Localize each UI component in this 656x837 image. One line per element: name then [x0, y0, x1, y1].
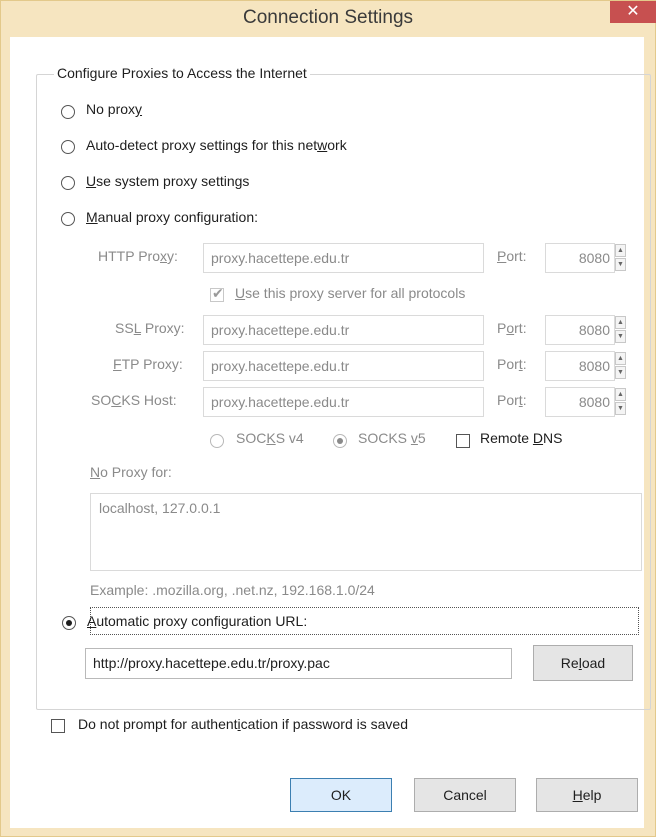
dialog-body: Configure Proxies to Access the Internet…	[10, 37, 651, 828]
spin-down-icon[interactable]: ▼	[615, 258, 626, 271]
manual-proxy-label[interactable]: Manual proxy configuration:	[86, 209, 258, 225]
ssl-proxy-field[interactable]: proxy.hacettepe.edu.tr	[203, 315, 484, 345]
spin-down-icon[interactable]: ▼	[615, 366, 626, 379]
no-prompt-checkbox[interactable]	[51, 719, 65, 733]
remote-dns-label[interactable]: Remote DNS	[480, 430, 563, 446]
help-button[interactable]: Help	[536, 778, 638, 812]
system-proxy-label[interactable]: Use system proxy settings	[86, 173, 249, 189]
remote-dns-checkbox[interactable]	[456, 434, 470, 448]
no-prompt-label[interactable]: Do not prompt for authentication if pass…	[78, 716, 408, 732]
socks-v4-label[interactable]: SOCKS v4	[236, 430, 304, 446]
no-proxy-for-textarea[interactable]: localhost, 127.0.0.1	[90, 493, 642, 571]
cancel-button[interactable]: Cancel	[414, 778, 516, 812]
close-button[interactable]: ✕	[610, 1, 656, 23]
no-proxy-example: Example: .mozilla.org, .net.nz, 192.168.…	[90, 582, 375, 598]
no-proxy-label[interactable]: No proxy	[86, 101, 142, 117]
no-proxy-radio[interactable]	[61, 105, 75, 119]
spin-up-icon[interactable]: ▲	[615, 244, 626, 257]
socks-v4-radio[interactable]	[210, 434, 224, 448]
connection-settings-dialog: Connection Settings ✕ Configure Proxies …	[0, 0, 656, 837]
no-proxy-for-label: No Proxy for:	[90, 464, 172, 480]
socks-v5-label[interactable]: SOCKS v5	[358, 430, 426, 446]
spin-up-icon[interactable]: ▲	[615, 352, 626, 365]
http-port-spinner[interactable]: ▲ ▼	[615, 244, 626, 272]
ssl-proxy-label: SSL Proxy:	[115, 320, 185, 336]
socks-port-label: Port:	[497, 392, 527, 408]
ftp-port-field[interactable]: 8080	[545, 351, 615, 381]
auto-detect-label[interactable]: Auto-detect proxy settings for this netw…	[86, 137, 347, 153]
title-bar[interactable]: Connection Settings ✕	[1, 1, 656, 37]
socks-host-label: SOCKS Host:	[91, 392, 177, 408]
checkmark-icon: ✔	[212, 285, 224, 301]
socks-port-spinner[interactable]: ▲ ▼	[615, 388, 626, 416]
socks-port-field[interactable]: 8080	[545, 387, 615, 417]
system-proxy-radio[interactable]	[61, 176, 75, 190]
spin-up-icon[interactable]: ▲	[615, 316, 626, 329]
http-port-field[interactable]: 8080	[545, 243, 615, 273]
http-proxy-label: HTTP Proxy:	[98, 248, 178, 264]
dialog-title: Connection Settings	[242, 7, 414, 28]
http-port-label: Port:	[497, 248, 527, 264]
auto-config-url-label[interactable]: Automatic proxy configuration URL:	[87, 613, 307, 629]
auto-config-url-radio[interactable]	[62, 616, 76, 630]
auto-config-url-field[interactable]: http://proxy.hacettepe.edu.tr/proxy.pac	[85, 648, 512, 679]
ftp-port-spinner[interactable]: ▲ ▼	[615, 352, 626, 380]
socks-v5-radio[interactable]	[333, 434, 347, 448]
reload-button[interactable]: Reload	[533, 645, 633, 681]
use-all-protocols-label[interactable]: Use this proxy server for all protocols	[235, 285, 465, 301]
ok-button[interactable]: OK	[290, 778, 392, 812]
manual-proxy-radio[interactable]	[61, 212, 75, 226]
group-legend: Configure Proxies to Access the Internet	[54, 65, 310, 81]
spin-down-icon[interactable]: ▼	[615, 402, 626, 415]
close-icon: ✕	[626, 3, 640, 20]
ssl-port-field[interactable]: 8080	[545, 315, 615, 345]
ssl-port-spinner[interactable]: ▲ ▼	[615, 316, 626, 344]
socks-host-field[interactable]: proxy.hacettepe.edu.tr	[203, 387, 484, 417]
http-proxy-field[interactable]: proxy.hacettepe.edu.tr	[203, 243, 484, 273]
spin-down-icon[interactable]: ▼	[615, 330, 626, 343]
ssl-port-label: Port:	[497, 320, 527, 336]
ftp-port-label: Port:	[497, 356, 527, 372]
spin-up-icon[interactable]: ▲	[615, 388, 626, 401]
ftp-proxy-field[interactable]: proxy.hacettepe.edu.tr	[203, 351, 484, 381]
ftp-proxy-label: FTP Proxy:	[113, 356, 183, 372]
auto-detect-radio[interactable]	[61, 140, 75, 154]
use-all-protocols-checkbox[interactable]: ✔	[210, 285, 224, 302]
